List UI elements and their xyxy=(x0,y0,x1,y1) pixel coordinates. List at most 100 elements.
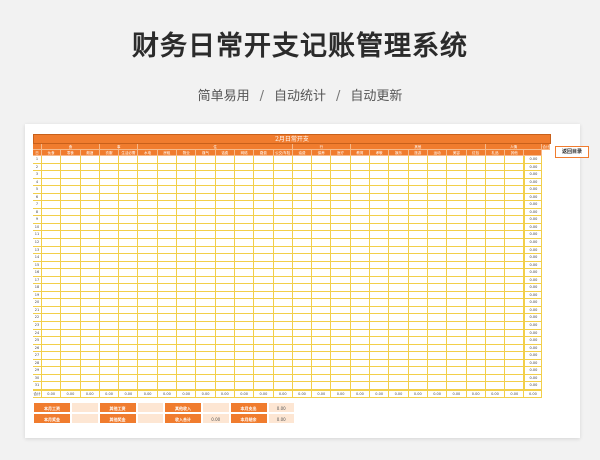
table-cell[interactable] xyxy=(505,306,525,315)
table-cell[interactable] xyxy=(42,299,62,307)
table-cell[interactable] xyxy=(99,171,120,179)
table-cell[interactable] xyxy=(350,337,371,345)
table-cell[interactable] xyxy=(215,314,235,323)
table-cell[interactable] xyxy=(408,382,428,390)
table-cell[interactable] xyxy=(485,239,506,247)
table-cell[interactable] xyxy=(61,239,81,247)
table-cell[interactable] xyxy=(196,382,216,390)
table-cell[interactable] xyxy=(157,261,178,270)
table-cell[interactable] xyxy=(61,382,81,390)
table-cell[interactable] xyxy=(331,337,351,345)
table-cell[interactable] xyxy=(312,201,332,209)
table-cell[interactable] xyxy=(80,306,100,315)
table-cell[interactable] xyxy=(234,239,255,247)
table-cell[interactable] xyxy=(177,156,197,164)
table-cell[interactable] xyxy=(80,382,100,390)
table-cell[interactable] xyxy=(427,193,448,202)
summary-value[interactable]: 0.00 xyxy=(267,412,295,424)
table-cell[interactable] xyxy=(215,322,235,330)
table-cell[interactable] xyxy=(254,208,274,217)
table-cell[interactable] xyxy=(61,201,81,209)
table-cell[interactable] xyxy=(447,299,467,307)
table-cell[interactable] xyxy=(80,322,100,330)
table-cell[interactable] xyxy=(485,254,506,262)
table-cell[interactable] xyxy=(254,344,274,353)
table-cell[interactable] xyxy=(61,163,81,172)
table-cell[interactable] xyxy=(331,382,351,390)
table-cell[interactable] xyxy=(427,367,448,375)
table-cell[interactable] xyxy=(350,261,371,270)
table-cell[interactable] xyxy=(61,216,81,224)
table-cell[interactable] xyxy=(215,306,235,315)
table-cell[interactable] xyxy=(350,254,371,262)
table-cell[interactable] xyxy=(138,329,158,338)
table-cell[interactable] xyxy=(138,231,158,240)
table-cell[interactable] xyxy=(42,344,62,353)
table-cell[interactable] xyxy=(42,322,62,330)
table-cell[interactable] xyxy=(485,261,506,270)
table-cell[interactable] xyxy=(138,367,158,375)
table-cell[interactable] xyxy=(61,208,81,217)
table-cell[interactable] xyxy=(234,178,255,187)
table-cell[interactable] xyxy=(505,269,525,277)
table-cell[interactable] xyxy=(447,269,467,277)
table-cell[interactable] xyxy=(312,359,332,368)
table-cell[interactable] xyxy=(466,359,486,368)
table-cell[interactable] xyxy=(99,156,120,164)
table-cell[interactable] xyxy=(273,329,293,338)
table-cell[interactable] xyxy=(312,299,332,307)
table-cell[interactable] xyxy=(61,359,81,368)
table-cell[interactable] xyxy=(447,261,467,270)
table-cell[interactable] xyxy=(370,223,390,232)
table-cell[interactable] xyxy=(42,306,62,315)
table-cell[interactable] xyxy=(408,261,428,270)
table-cell[interactable] xyxy=(138,306,158,315)
table-cell[interactable] xyxy=(370,239,390,247)
table-cell[interactable] xyxy=(119,231,139,240)
table-cell[interactable] xyxy=(505,171,525,179)
table-cell[interactable] xyxy=(427,171,448,179)
table-cell[interactable] xyxy=(408,276,428,285)
table-cell[interactable] xyxy=(427,299,448,307)
table-cell[interactable] xyxy=(61,314,81,323)
table-cell[interactable] xyxy=(350,269,371,277)
table-cell[interactable] xyxy=(254,284,274,292)
table-cell[interactable] xyxy=(157,156,178,164)
table-cell[interactable] xyxy=(331,261,351,270)
table-cell[interactable] xyxy=(215,231,235,240)
table-cell[interactable] xyxy=(350,208,371,217)
table-cell[interactable] xyxy=(447,246,467,255)
table-cell[interactable] xyxy=(177,299,197,307)
table-cell[interactable] xyxy=(447,344,467,353)
table-cell[interactable] xyxy=(234,216,255,224)
table-cell[interactable] xyxy=(42,359,62,368)
table-cell[interactable] xyxy=(42,374,62,383)
table-cell[interactable] xyxy=(234,269,255,277)
table-cell[interactable] xyxy=(42,163,62,172)
table-cell[interactable] xyxy=(215,367,235,375)
table-cell[interactable] xyxy=(157,382,178,390)
table-cell[interactable] xyxy=(370,291,390,300)
table-cell[interactable] xyxy=(331,231,351,240)
table-cell[interactable] xyxy=(292,276,313,285)
table-cell[interactable] xyxy=(447,284,467,292)
table-cell[interactable] xyxy=(370,344,390,353)
table-cell[interactable] xyxy=(408,367,428,375)
table-cell[interactable] xyxy=(292,352,313,360)
table-cell[interactable] xyxy=(138,156,158,164)
table-cell[interactable] xyxy=(273,306,293,315)
table-cell[interactable] xyxy=(42,367,62,375)
table-cell[interactable] xyxy=(119,306,139,315)
table-cell[interactable] xyxy=(370,306,390,315)
table-cell[interactable] xyxy=(119,276,139,285)
table-cell[interactable] xyxy=(177,352,197,360)
table-cell[interactable] xyxy=(485,201,506,209)
table-cell[interactable] xyxy=(234,374,255,383)
table-cell[interactable] xyxy=(292,322,313,330)
table-cell[interactable] xyxy=(408,374,428,383)
table-cell[interactable] xyxy=(273,171,293,179)
table-cell[interactable] xyxy=(389,231,409,240)
table-cell[interactable] xyxy=(447,374,467,383)
table-cell[interactable] xyxy=(427,337,448,345)
table-cell[interactable] xyxy=(505,276,525,285)
